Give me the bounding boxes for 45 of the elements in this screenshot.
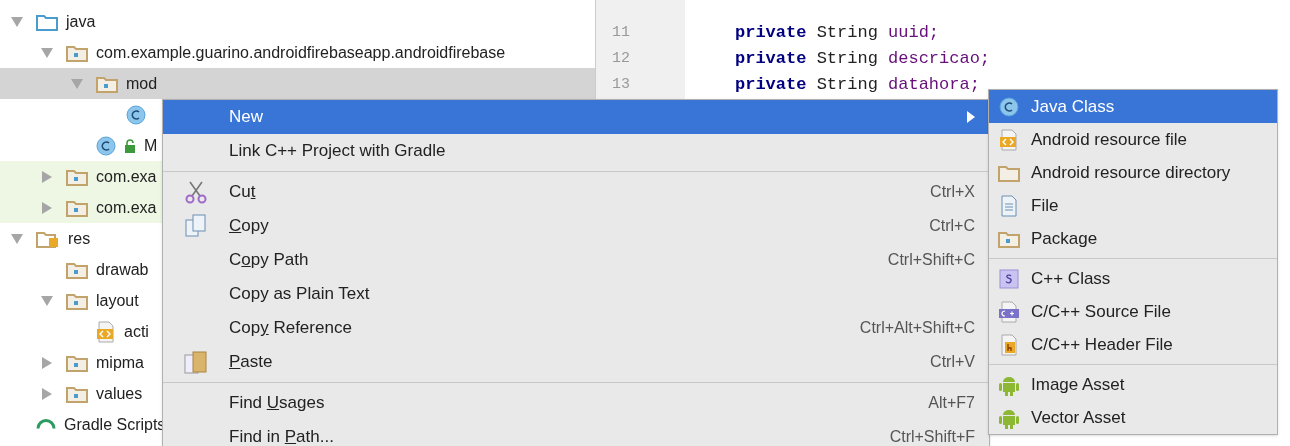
menu-item-label: Java Class — [1031, 95, 1115, 118]
shortcut-label: Ctrl+C — [929, 216, 975, 236]
tree-item-label: java — [66, 11, 96, 32]
menu-item-label: Find Usages — [229, 392, 325, 415]
tree-item-label: com.example.guarino.androidfirebaseapp.androidfirebase — [96, 42, 506, 63]
menu-item-label: Paste — [229, 351, 273, 374]
menu-item-label: Package — [1031, 227, 1098, 250]
menu-item-label: Android resource file — [1031, 128, 1187, 151]
code-line: private String descricao; — [735, 48, 992, 70]
line-number: 11 — [612, 23, 631, 43]
tree-item-label: mipma — [96, 352, 144, 373]
menu-item-label: New — [229, 106, 263, 129]
shortcut-label: Ctrl+V — [930, 352, 975, 372]
shortcut-label: Ctrl+Shift+F — [889, 427, 975, 446]
tree-item-label: layout — [96, 290, 139, 311]
shortcut-label: Ctrl+Shift+C — [887, 250, 975, 270]
menu-item-label: File — [1031, 194, 1059, 217]
menu-item-label: Copy Path — [229, 249, 309, 272]
tree-item-label: mod — [126, 73, 158, 94]
shortcut-label: Alt+F7 — [928, 393, 975, 413]
shortcut-label: Ctrl+Alt+Shift+C — [859, 318, 975, 338]
tree-item-label: M — [144, 135, 158, 156]
menu-item-label: C/C++ Source File — [1031, 300, 1171, 323]
code-line: private String datahora; — [735, 74, 981, 96]
menu-item-label: Copy as Plain Text — [229, 283, 370, 306]
menu-item-label: Cut — [229, 181, 256, 204]
menu-item-label: Image Asset — [1031, 373, 1125, 396]
menu-item-label: Vector Asset — [1031, 406, 1126, 429]
tree-item-label: com.exa — [96, 166, 157, 187]
menu-item-label: Link C++ Project with Gradle — [229, 140, 446, 163]
shortcut-label: Ctrl+X — [930, 182, 975, 202]
tree-item-label: values — [96, 383, 143, 404]
line-number: 12 — [612, 49, 631, 69]
line-number: 13 — [612, 75, 631, 95]
tree-item-label: acti — [124, 321, 149, 342]
menu-item-label: Android resource directory — [1031, 161, 1231, 184]
tree-item-label: com.exa — [96, 197, 157, 218]
code-line: private String uuid; — [735, 22, 941, 44]
menu-item-label: C++ Class — [1031, 267, 1111, 290]
menu-item-label: Copy — [229, 215, 269, 238]
tree-item-label: res — [68, 228, 91, 249]
menu-item-label: Find in Path... — [229, 426, 334, 446]
menu-item-label: C/C++ Header File — [1031, 333, 1173, 356]
tree-item-label: drawab — [96, 259, 149, 280]
menu-item-label: Copy Reference — [229, 317, 352, 340]
